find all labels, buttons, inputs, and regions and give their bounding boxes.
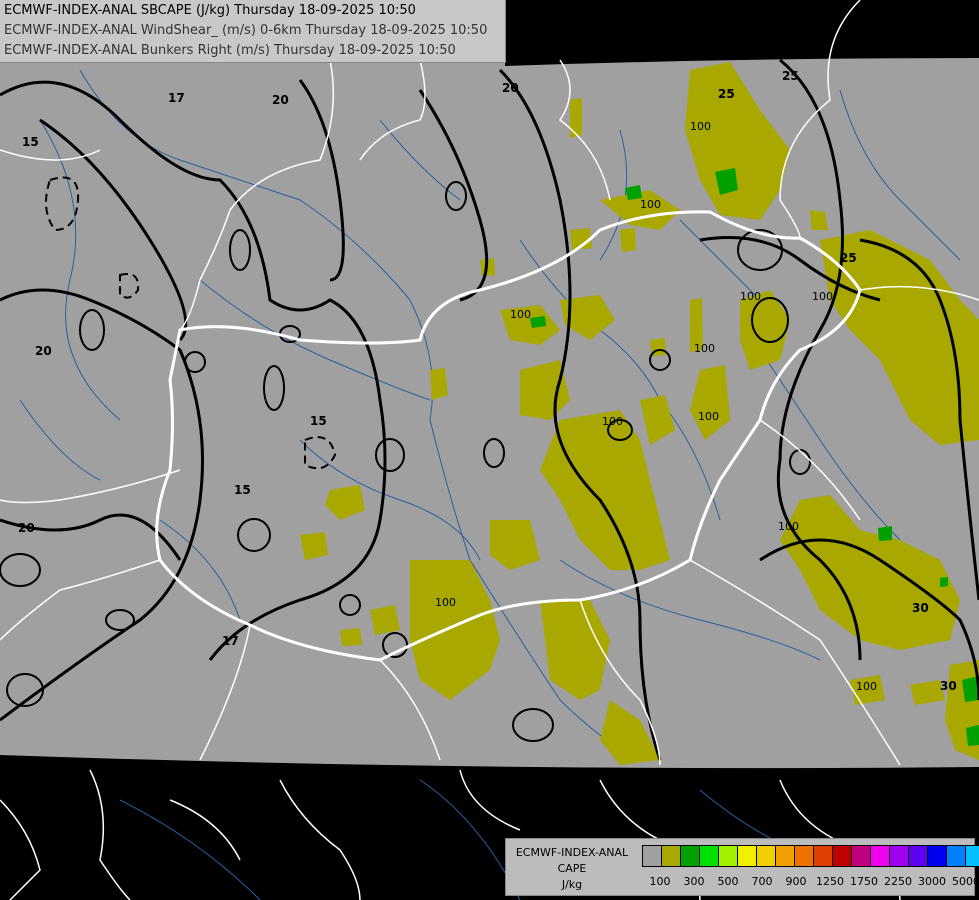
- legend-swatch: [794, 845, 814, 867]
- legend-title-model: ECMWF-INDEX-ANAL: [515, 846, 629, 859]
- legend-tick-label: 3000: [918, 875, 946, 888]
- legend-swatch: [718, 845, 738, 867]
- shear-label: 20: [272, 93, 289, 107]
- legend-swatches: [642, 845, 979, 867]
- legend-tick-label: 2250: [884, 875, 912, 888]
- legend-swatch: [927, 845, 947, 867]
- cape-label: 100: [690, 120, 711, 133]
- legend-swatch: [946, 845, 966, 867]
- legend-swatch: [661, 845, 681, 867]
- legend-swatch: [699, 845, 719, 867]
- legend-swatch: [813, 845, 833, 867]
- shear-label: 17: [222, 634, 239, 648]
- legend-tick-label: 700: [751, 875, 773, 888]
- legend-swatch: [870, 845, 890, 867]
- legend-tick-label: 900: [785, 875, 807, 888]
- legend-tick-label: 100: [649, 875, 671, 888]
- legend-swatch: [832, 845, 852, 867]
- shear-label: 30: [940, 679, 957, 693]
- legend-swatch: [680, 845, 700, 867]
- shear-label: 25: [718, 87, 735, 101]
- legend-tick-label: 5000: [952, 875, 979, 888]
- title-line-windshear: ECMWF-INDEX-ANAL WindShear_ (m/s) 0-6km …: [4, 23, 488, 38]
- shear-label: 30: [912, 601, 929, 615]
- legend-swatch: [851, 845, 871, 867]
- legend-swatch: [775, 845, 795, 867]
- shear-label: 15: [310, 414, 327, 428]
- title-line-bunkers: ECMWF-INDEX-ANAL Bunkers Right (m/s) Thu…: [4, 43, 456, 58]
- cape-label: 100: [698, 410, 719, 423]
- legend-swatch: [756, 845, 776, 867]
- shear-label: 25: [840, 251, 857, 265]
- shear-label: 25: [782, 69, 799, 83]
- legend-swatch: [889, 845, 909, 867]
- shear-label: 20: [35, 344, 52, 358]
- cape-label: 100: [435, 596, 456, 609]
- legend-tick-label: 1250: [816, 875, 844, 888]
- legend-tick-label: 500: [717, 875, 739, 888]
- cape-label: 100: [812, 290, 833, 303]
- cape-label: 100: [602, 415, 623, 428]
- legend-swatch: [908, 845, 928, 867]
- top-right-black: [505, 0, 979, 66]
- shear-label: 17: [168, 91, 185, 105]
- cape-label: 100: [778, 520, 799, 533]
- legend-tick-label: 1750: [850, 875, 878, 888]
- shear-label: 15: [234, 483, 251, 497]
- weather-map: 17 20 15 20 20 15 15 20 17 25 25 25 30 3…: [0, 0, 979, 900]
- color-legend: ECMWF-INDEX-ANAL CAPE J/kg 100 300 500 700 9…: [505, 838, 979, 896]
- title-line-cape: ECMWF-INDEX-ANAL SBCAPE (J/kg) Thursday …: [4, 3, 416, 18]
- cape-label: 100: [640, 198, 661, 211]
- cape-label: 100: [510, 308, 531, 321]
- map-title-box: ECMWF-INDEX-ANAL SBCAPE (J/kg) Thursday …: [0, 0, 506, 63]
- legend-unit: J/kg: [561, 878, 583, 891]
- shear-label: 20: [502, 81, 519, 95]
- legend-swatch: [965, 845, 979, 867]
- legend-tick-labels: 100 300 500 700 900 1250 1750 2250 3000 5000: [642, 875, 979, 889]
- cape-label: 100: [694, 342, 715, 355]
- legend-tick-label: 300: [683, 875, 705, 888]
- shear-label: 20: [18, 521, 35, 535]
- legend-swatch: [737, 845, 757, 867]
- cape-label: 100: [856, 680, 877, 693]
- cape-label: 100: [740, 290, 761, 303]
- legend-swatch: [642, 845, 662, 867]
- shear-label: 15: [22, 135, 39, 149]
- legend-title-variable: CAPE: [557, 862, 587, 875]
